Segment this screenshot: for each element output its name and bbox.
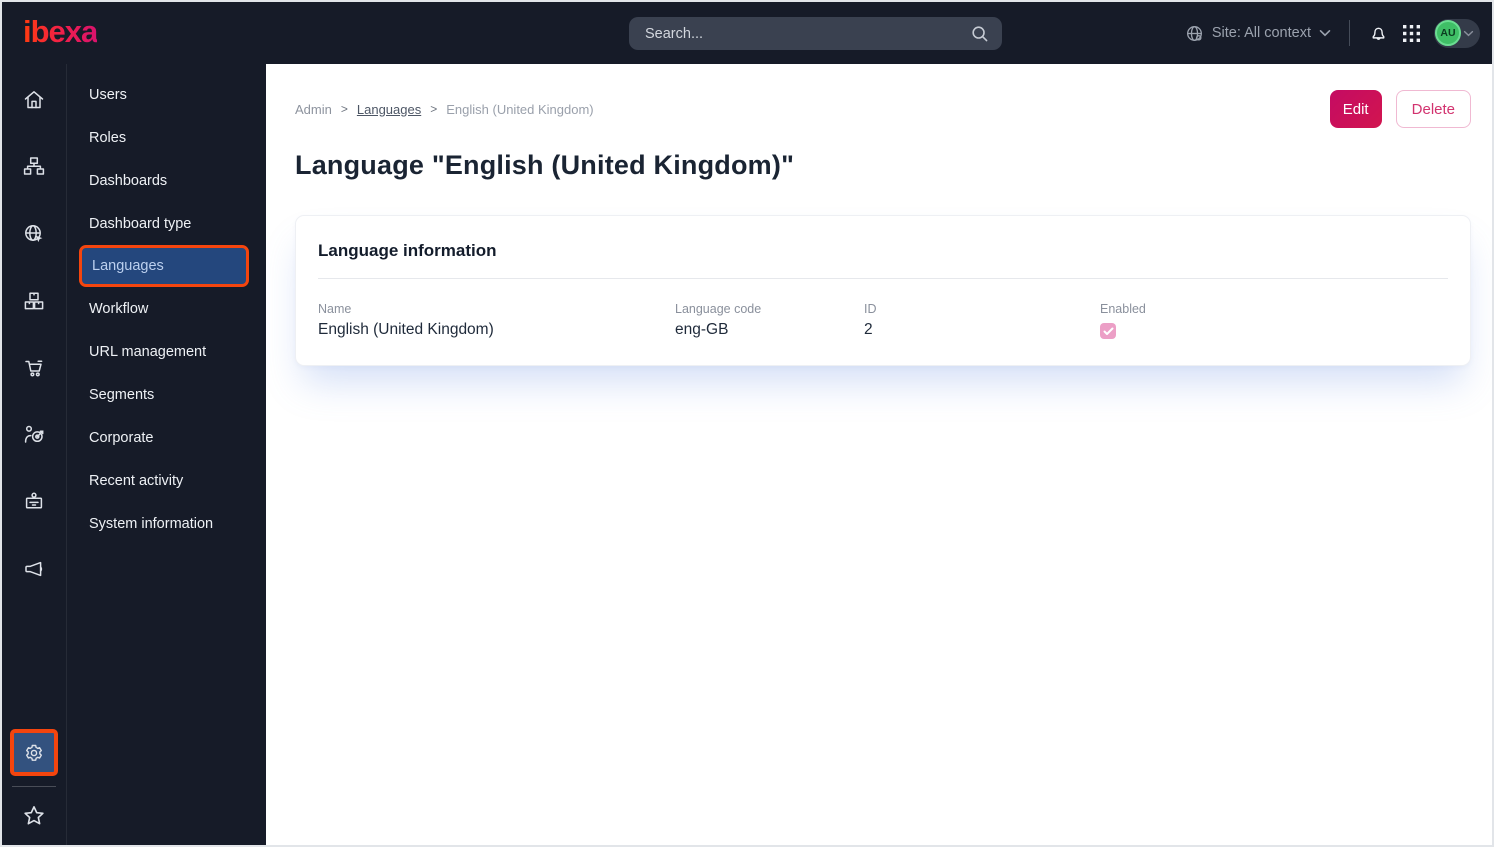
top-bar: ibexa Site: All context bbox=[2, 2, 1492, 64]
grid-apps-icon bbox=[1403, 24, 1420, 42]
sidebar-item-label: Dashboard type bbox=[89, 215, 192, 232]
card-title: Language information bbox=[318, 241, 497, 260]
nav-site[interactable] bbox=[10, 217, 58, 251]
card-fields: Name English (United Kingdom) Language c… bbox=[318, 279, 1448, 365]
bookmarks-star-icon bbox=[21, 803, 47, 829]
sidebar-item-dashboard-type[interactable]: Dashboard type bbox=[67, 202, 266, 245]
nav-marketing[interactable] bbox=[10, 552, 58, 586]
main-header: Admin > Languages > English (United King… bbox=[295, 90, 1471, 128]
sidebar-item-languages[interactable]: Languages bbox=[79, 245, 249, 287]
nav-bookmarks[interactable] bbox=[10, 799, 58, 833]
sidebar-item-system-information[interactable]: System information bbox=[67, 502, 266, 545]
global-search[interactable] bbox=[629, 17, 1002, 50]
breadcrumb-languages-link[interactable]: Languages bbox=[357, 102, 421, 117]
sidebar-item-corporate[interactable]: Corporate bbox=[67, 416, 266, 459]
home-icon bbox=[22, 88, 46, 112]
icon-rail-bottom bbox=[10, 729, 58, 845]
delete-button[interactable]: Delete bbox=[1395, 90, 1471, 128]
nav-home[interactable] bbox=[10, 83, 58, 117]
chevron-down-icon bbox=[1319, 29, 1331, 37]
topbar-divider bbox=[1349, 20, 1350, 46]
user-menu[interactable]: AU bbox=[1434, 18, 1480, 48]
chevron-down-icon bbox=[1463, 30, 1474, 37]
search-input[interactable] bbox=[645, 25, 970, 42]
breadcrumb-current: English (United Kingdom) bbox=[446, 101, 594, 117]
field-id: ID 2 bbox=[864, 302, 1100, 339]
app-switcher-button[interactable] bbox=[1403, 24, 1420, 42]
language-information-card: Language information Name English (Unite… bbox=[295, 215, 1471, 366]
breadcrumb-separator: > bbox=[430, 102, 438, 116]
site-context-selector[interactable]: Site: All context bbox=[1185, 24, 1331, 43]
sidebar-item-label: Segments bbox=[89, 386, 155, 403]
field-name: Name English (United Kingdom) bbox=[318, 302, 675, 339]
admin-gear-icon bbox=[22, 741, 46, 765]
sidebar-item-workflow[interactable]: Workflow bbox=[67, 287, 266, 330]
field-label: Name bbox=[318, 302, 352, 316]
sidebar-item-label: System information bbox=[89, 515, 214, 532]
site-context-label: Site: All context bbox=[1211, 25, 1311, 41]
personalization-target-icon bbox=[22, 423, 46, 447]
sidebar-item-label: URL management bbox=[89, 343, 207, 360]
field-enabled: Enabled bbox=[1100, 302, 1146, 339]
icon-rail bbox=[2, 64, 66, 845]
nav-content-structure[interactable] bbox=[10, 150, 58, 184]
sidebar-item-label: Corporate bbox=[89, 429, 154, 446]
sidebar-item-label: Dashboards bbox=[89, 172, 168, 189]
field-label: ID bbox=[864, 302, 877, 316]
nav-corporate[interactable] bbox=[10, 485, 58, 519]
content-structure-icon bbox=[22, 155, 46, 179]
corporate-badge-icon bbox=[22, 490, 46, 514]
edit-button[interactable]: Edit bbox=[1329, 90, 1382, 128]
field-value: eng-GB bbox=[675, 321, 729, 338]
sidebar-item-label: Workflow bbox=[89, 300, 149, 317]
commerce-cart-icon bbox=[22, 356, 46, 380]
search-icon[interactable] bbox=[970, 24, 990, 44]
field-language-code: Language code eng-GB bbox=[675, 302, 864, 339]
sidebar-item-roles[interactable]: Roles bbox=[67, 116, 266, 159]
admin-sidebar: Users Roles Dashboards Dashboard type La… bbox=[66, 64, 266, 845]
nav-personalization[interactable] bbox=[10, 418, 58, 452]
field-label: Language code bbox=[675, 302, 762, 316]
field-value: 2 bbox=[864, 321, 873, 338]
sidebar-item-label: Languages bbox=[92, 258, 164, 274]
notifications-button[interactable] bbox=[1368, 23, 1389, 44]
breadcrumb-admin: Admin bbox=[295, 101, 332, 117]
sidebar-item-segments[interactable]: Segments bbox=[67, 373, 266, 416]
sidebar-item-users[interactable]: Users bbox=[67, 73, 266, 116]
user-avatar: AU bbox=[1435, 20, 1461, 46]
field-value: English (United Kingdom) bbox=[318, 321, 494, 338]
nav-commerce[interactable] bbox=[10, 351, 58, 385]
site-globe-cursor-icon bbox=[22, 222, 46, 246]
rail-divider bbox=[12, 786, 56, 787]
product-catalog-boxes-icon bbox=[22, 289, 46, 313]
enabled-checkbox[interactable] bbox=[1100, 323, 1116, 339]
sidebar-item-label: Users bbox=[89, 86, 127, 103]
header-actions: Edit Delete bbox=[1329, 90, 1471, 128]
sidebar-item-dashboards[interactable]: Dashboards bbox=[67, 159, 266, 202]
breadcrumb-separator: > bbox=[340, 102, 348, 116]
icon-rail-top bbox=[10, 64, 58, 586]
sidebar-item-recent-activity[interactable]: Recent activity bbox=[67, 459, 266, 502]
sidebar-item-label: Recent activity bbox=[89, 472, 184, 489]
bell-icon bbox=[1368, 23, 1389, 44]
sidebar-item-label: Roles bbox=[89, 129, 127, 146]
app-window: ibexa Site: All context bbox=[0, 0, 1494, 847]
page-title: Language "English (United Kingdom)" bbox=[295, 150, 795, 180]
ibexa-logo[interactable]: ibexa bbox=[23, 14, 98, 50]
nav-admin[interactable] bbox=[10, 729, 58, 776]
main-content: Admin > Languages > English (United King… bbox=[266, 64, 1492, 845]
globe-icon bbox=[1185, 24, 1204, 43]
breadcrumb: Admin > Languages > English (United King… bbox=[295, 102, 594, 117]
field-label: Enabled bbox=[1100, 302, 1146, 316]
topbar-right-group: Site: All context AU bbox=[1185, 2, 1480, 64]
sidebar-item-url-management[interactable]: URL management bbox=[67, 330, 266, 373]
marketing-megaphone-icon bbox=[22, 557, 46, 581]
nav-product-catalog[interactable] bbox=[10, 284, 58, 318]
